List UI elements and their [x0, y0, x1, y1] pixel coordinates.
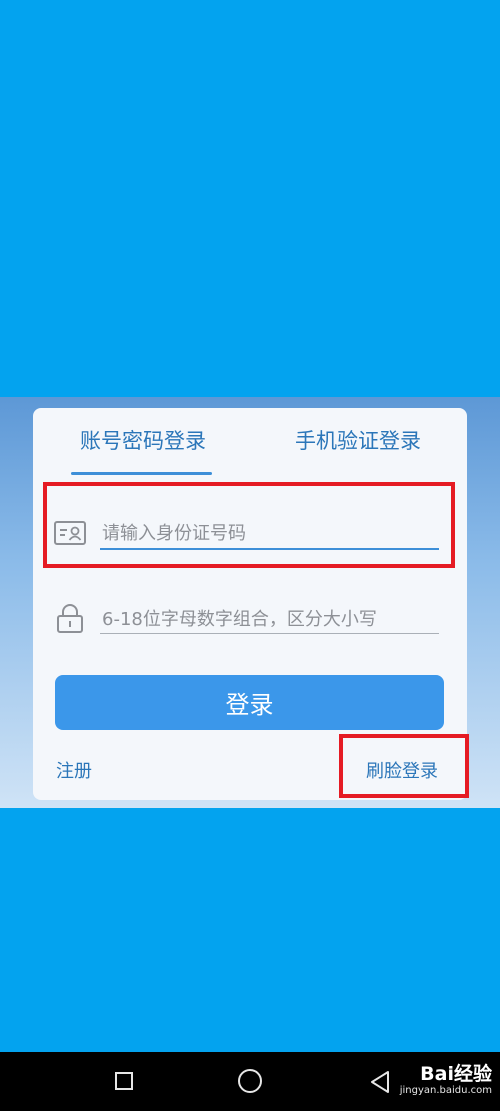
login-button[interactable]: 登录 — [55, 675, 444, 730]
password-input-underline — [100, 633, 439, 634]
watermark-brand: Bai经验 — [420, 1063, 492, 1085]
id-field-highlight-box — [43, 482, 455, 568]
top-background — [0, 0, 500, 397]
tab-account-password[interactable]: 账号密码登录 — [55, 418, 231, 464]
home-circle-icon[interactable] — [238, 1069, 262, 1093]
watermark: Bai经验 jingyan.baidu.com — [380, 1063, 492, 1097]
register-link[interactable]: 注册 — [56, 757, 92, 783]
lock-icon — [57, 604, 83, 633]
face-login-highlight-box — [339, 734, 469, 798]
watermark-url: jingyan.baidu.com — [399, 1085, 492, 1096]
tab-phone-verify[interactable]: 手机验证登录 — [270, 418, 446, 464]
recent-apps-square-icon[interactable] — [115, 1072, 133, 1090]
password-input[interactable] — [102, 604, 438, 634]
bottom-background — [0, 808, 500, 1052]
active-tab-indicator — [71, 472, 212, 475]
